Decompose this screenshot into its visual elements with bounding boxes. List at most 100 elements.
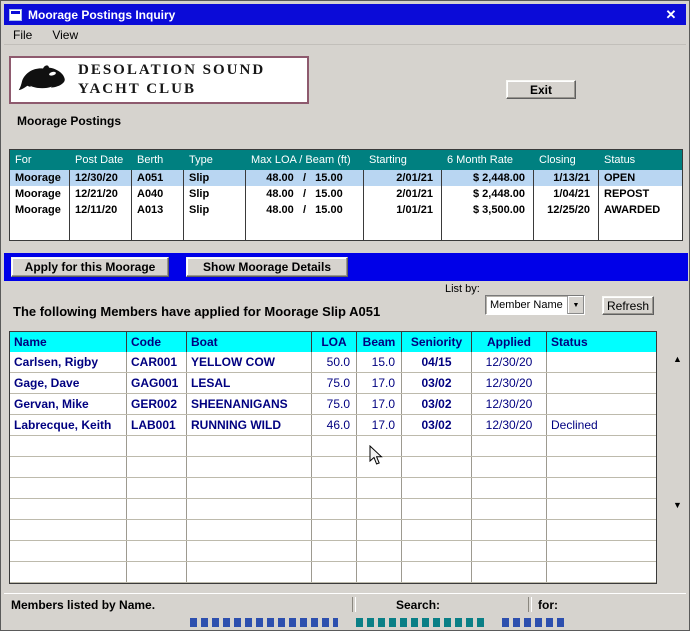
scroll-down-button[interactable]: ▼ bbox=[670, 498, 685, 512]
cell-status: OPEN bbox=[604, 172, 636, 184]
cell-rate: $ 2,448.00 bbox=[442, 170, 534, 186]
cell-loa-beam: 48.00 / 15.00 bbox=[246, 186, 364, 202]
empty-cell bbox=[127, 436, 187, 456]
member-row-empty bbox=[10, 457, 656, 478]
empty-cell bbox=[357, 499, 402, 519]
status-for-label: for: bbox=[538, 597, 558, 612]
posting-row[interactable]: Moorage 12/11/20 A013 Slip 48.00 / 15.00… bbox=[10, 202, 682, 218]
empty-cell bbox=[187, 457, 312, 477]
action-banner: Apply for this Moorage Show Moorage Deta… bbox=[4, 253, 688, 281]
show-moorage-details-button[interactable]: Show Moorage Details bbox=[186, 257, 348, 277]
applicants-table: Name Code Boat LOA Beam Seniority Applie… bbox=[9, 331, 657, 584]
chevron-down-icon[interactable]: ▼ bbox=[567, 296, 584, 314]
menu-view[interactable]: View bbox=[50, 27, 80, 43]
cell-starting: 2/01/21 bbox=[364, 170, 442, 186]
applicants-heading: The following Members have applied for M… bbox=[13, 304, 381, 319]
cell-boat: YELLOW COW bbox=[187, 352, 312, 372]
empty-cell bbox=[187, 520, 312, 540]
empty-cell bbox=[547, 436, 656, 456]
cell-closing: 1/04/21 bbox=[534, 186, 599, 202]
cell-type: Slip bbox=[184, 186, 246, 202]
status-bar: Members listed by Name. Search: for: bbox=[4, 593, 686, 615]
empty-cell bbox=[312, 520, 357, 540]
cell-closing: 12/25/20 bbox=[534, 202, 599, 218]
col-closing: Closing bbox=[539, 154, 576, 166]
empty-cell bbox=[127, 541, 187, 561]
cell-berth: A051 bbox=[132, 170, 184, 186]
cell-berth: A013 bbox=[132, 202, 184, 218]
status-search-label: Search: bbox=[396, 597, 441, 612]
empty-cell bbox=[402, 436, 472, 456]
cell-post-date: 12/30/20 bbox=[70, 170, 132, 186]
empty-cell bbox=[187, 562, 312, 582]
posting-row[interactable]: Moorage 12/21/20 A040 Slip 48.00 / 15.00… bbox=[10, 186, 682, 202]
apply-for-moorage-button[interactable]: Apply for this Moorage bbox=[11, 257, 169, 277]
empty-cell bbox=[402, 541, 472, 561]
col-status: Status bbox=[604, 154, 636, 166]
col-post-date: Post Date bbox=[75, 154, 124, 166]
cell-loa-beam: 48.00 / 15.00 bbox=[246, 202, 364, 218]
member-row[interactable]: Labrecque, Keith LAB001 RUNNING WILD 46.… bbox=[10, 415, 656, 436]
list-by-dropdown[interactable]: Member Name ▼ bbox=[485, 295, 585, 315]
member-row-empty bbox=[10, 562, 656, 583]
member-row[interactable]: Gage, Dave GAG001 LESAL 75.0 17.0 03/02 … bbox=[10, 373, 656, 394]
member-row[interactable]: Carlsen, Rigby CAR001 YELLOW COW 50.0 15… bbox=[10, 352, 656, 373]
scroll-up-button[interactable]: ▲ bbox=[670, 352, 685, 366]
cell-loa: 75.0 bbox=[312, 373, 357, 393]
empty-cell bbox=[184, 218, 246, 240]
cell-code: LAB001 bbox=[127, 415, 187, 435]
empty-cell bbox=[402, 499, 472, 519]
empty-cell bbox=[127, 520, 187, 540]
empty-cell bbox=[357, 436, 402, 456]
cell-loa: 75.0 bbox=[312, 394, 357, 414]
empty-cell bbox=[10, 541, 127, 561]
menu-bar: File View bbox=[4, 25, 686, 45]
col-type: Type bbox=[189, 154, 213, 166]
empty-cell bbox=[357, 478, 402, 498]
menu-file[interactable]: File bbox=[11, 27, 34, 43]
clipped-background-text bbox=[4, 615, 686, 629]
club-logo: DESOLATION SOUND YACHT CLUB bbox=[9, 56, 309, 104]
postings-table: For Post Date Berth Type Max LOA / Beam … bbox=[9, 149, 683, 241]
refresh-button[interactable]: Refresh bbox=[602, 296, 654, 315]
cell-applied: 12/30/20 bbox=[472, 352, 547, 372]
col-code: Code bbox=[127, 332, 187, 352]
cell-for: Moorage bbox=[10, 170, 70, 186]
close-icon[interactable]: ✕ bbox=[661, 7, 681, 23]
title-bar: Moorage Postings Inquiry ✕ bbox=[4, 4, 686, 25]
logo-line2: YACHT CLUB bbox=[78, 81, 196, 97]
cell-code: GAG001 bbox=[127, 373, 187, 393]
empty-cell bbox=[127, 499, 187, 519]
col-loa: LOA bbox=[312, 332, 357, 352]
cell-closing: 1/13/21 bbox=[534, 170, 599, 186]
cell-status bbox=[547, 352, 656, 372]
cell-boat: RUNNING WILD bbox=[187, 415, 312, 435]
empty-cell bbox=[364, 218, 442, 240]
cell-code: GER002 bbox=[127, 394, 187, 414]
exit-button[interactable]: Exit bbox=[506, 80, 576, 99]
empty-cell bbox=[312, 457, 357, 477]
col-boat: Boat bbox=[187, 332, 312, 352]
posting-row-selected[interactable]: Moorage 12/30/20 A051 Slip 48.00 / 15.00… bbox=[10, 170, 682, 186]
cell-type: Slip bbox=[184, 170, 246, 186]
empty-cell bbox=[442, 218, 534, 240]
empty-cell bbox=[357, 562, 402, 582]
col-max-loa-beam: Max LOA / Beam (ft) bbox=[251, 154, 351, 166]
empty-cell bbox=[10, 457, 127, 477]
postings-header-row: For Post Date Berth Type Max LOA / Beam … bbox=[10, 150, 682, 170]
scroll-down-icon: ▼ bbox=[673, 500, 682, 510]
member-row-empty bbox=[10, 541, 656, 562]
cell-seniority: 03/02 bbox=[402, 373, 472, 393]
empty-cell bbox=[472, 520, 547, 540]
cell-seniority: 04/15 bbox=[402, 352, 472, 372]
member-row-empty bbox=[10, 478, 656, 499]
cell-status: AWARDED bbox=[604, 204, 661, 216]
col-beam: Beam bbox=[357, 332, 402, 352]
empty-cell bbox=[402, 562, 472, 582]
member-row[interactable]: Gervan, Mike GER002 SHEENANIGANS 75.0 17… bbox=[10, 394, 656, 415]
empty-cell bbox=[402, 457, 472, 477]
empty-cell bbox=[10, 520, 127, 540]
empty-cell bbox=[127, 562, 187, 582]
logo-text: DESOLATION SOUND YACHT CLUB bbox=[78, 61, 265, 100]
cell-rate: $ 3,500.00 bbox=[442, 202, 534, 218]
